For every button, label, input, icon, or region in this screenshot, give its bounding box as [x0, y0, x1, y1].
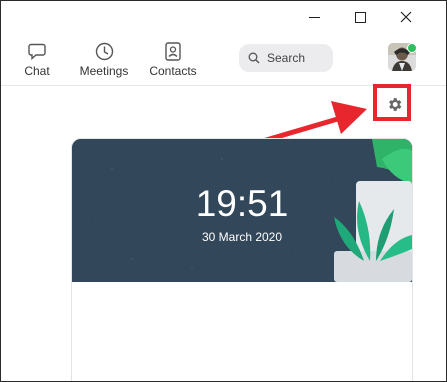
app-window: Chat Meetings Contacts Search 19:51 30 M… — [0, 0, 447, 382]
clock-banner: 19:51 30 March 2020 — [72, 139, 412, 282]
clock-time: 19:51 — [195, 183, 289, 224]
clock-date: 30 March 2020 — [201, 230, 283, 244]
home-card: 19:51 30 March 2020 — [71, 138, 413, 381]
